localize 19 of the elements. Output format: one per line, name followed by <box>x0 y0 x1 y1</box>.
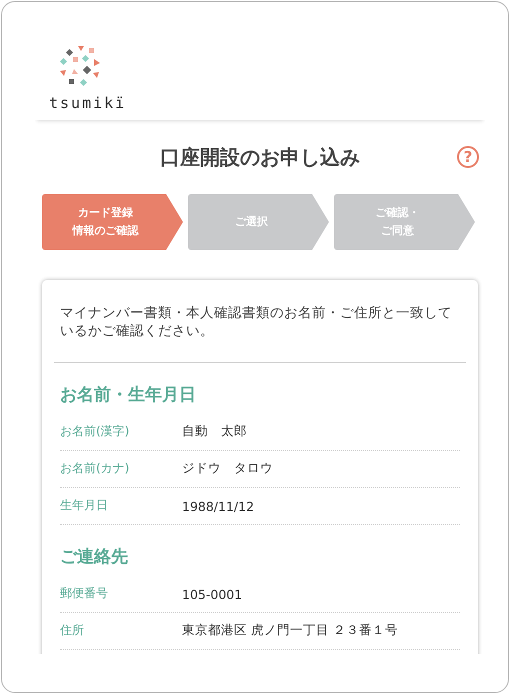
step-tab[interactable]: カード登録 情報のご確認 <box>42 194 183 250</box>
field-value: 自動 太郎 <box>182 423 247 440</box>
section-title: ご連絡先 <box>60 546 129 568</box>
field-value: 105-0001 <box>182 587 242 602</box>
logo-text[interactable]: tsumikï <box>49 94 126 112</box>
step-label: 情報のご確認 <box>72 223 138 239</box>
intro-text: マイナンバー書類・本人確認書類のお名前・ご住所と一致しているかご確認ください。 <box>60 304 453 340</box>
section-title: お名前・生年月日 <box>60 384 197 406</box>
field-value: 1988/11/12 <box>182 499 254 514</box>
field-label: 住所 <box>60 622 85 639</box>
help-button[interactable]: ? <box>457 146 479 168</box>
page-title: 口座開設のお申し込み <box>160 144 360 170</box>
step-label: カード登録 <box>77 205 134 221</box>
field-label: お名前(カナ) <box>60 460 130 477</box>
field-value: ジドウ タロウ <box>182 460 273 477</box>
field-label: お名前(漢字) <box>60 423 130 440</box>
field-label: 郵便番号 <box>60 585 109 602</box>
field-label: 生年月日 <box>60 497 109 514</box>
field-value: 東京都港区 虎ノ門一丁目 ２３番１号 <box>182 622 398 639</box>
